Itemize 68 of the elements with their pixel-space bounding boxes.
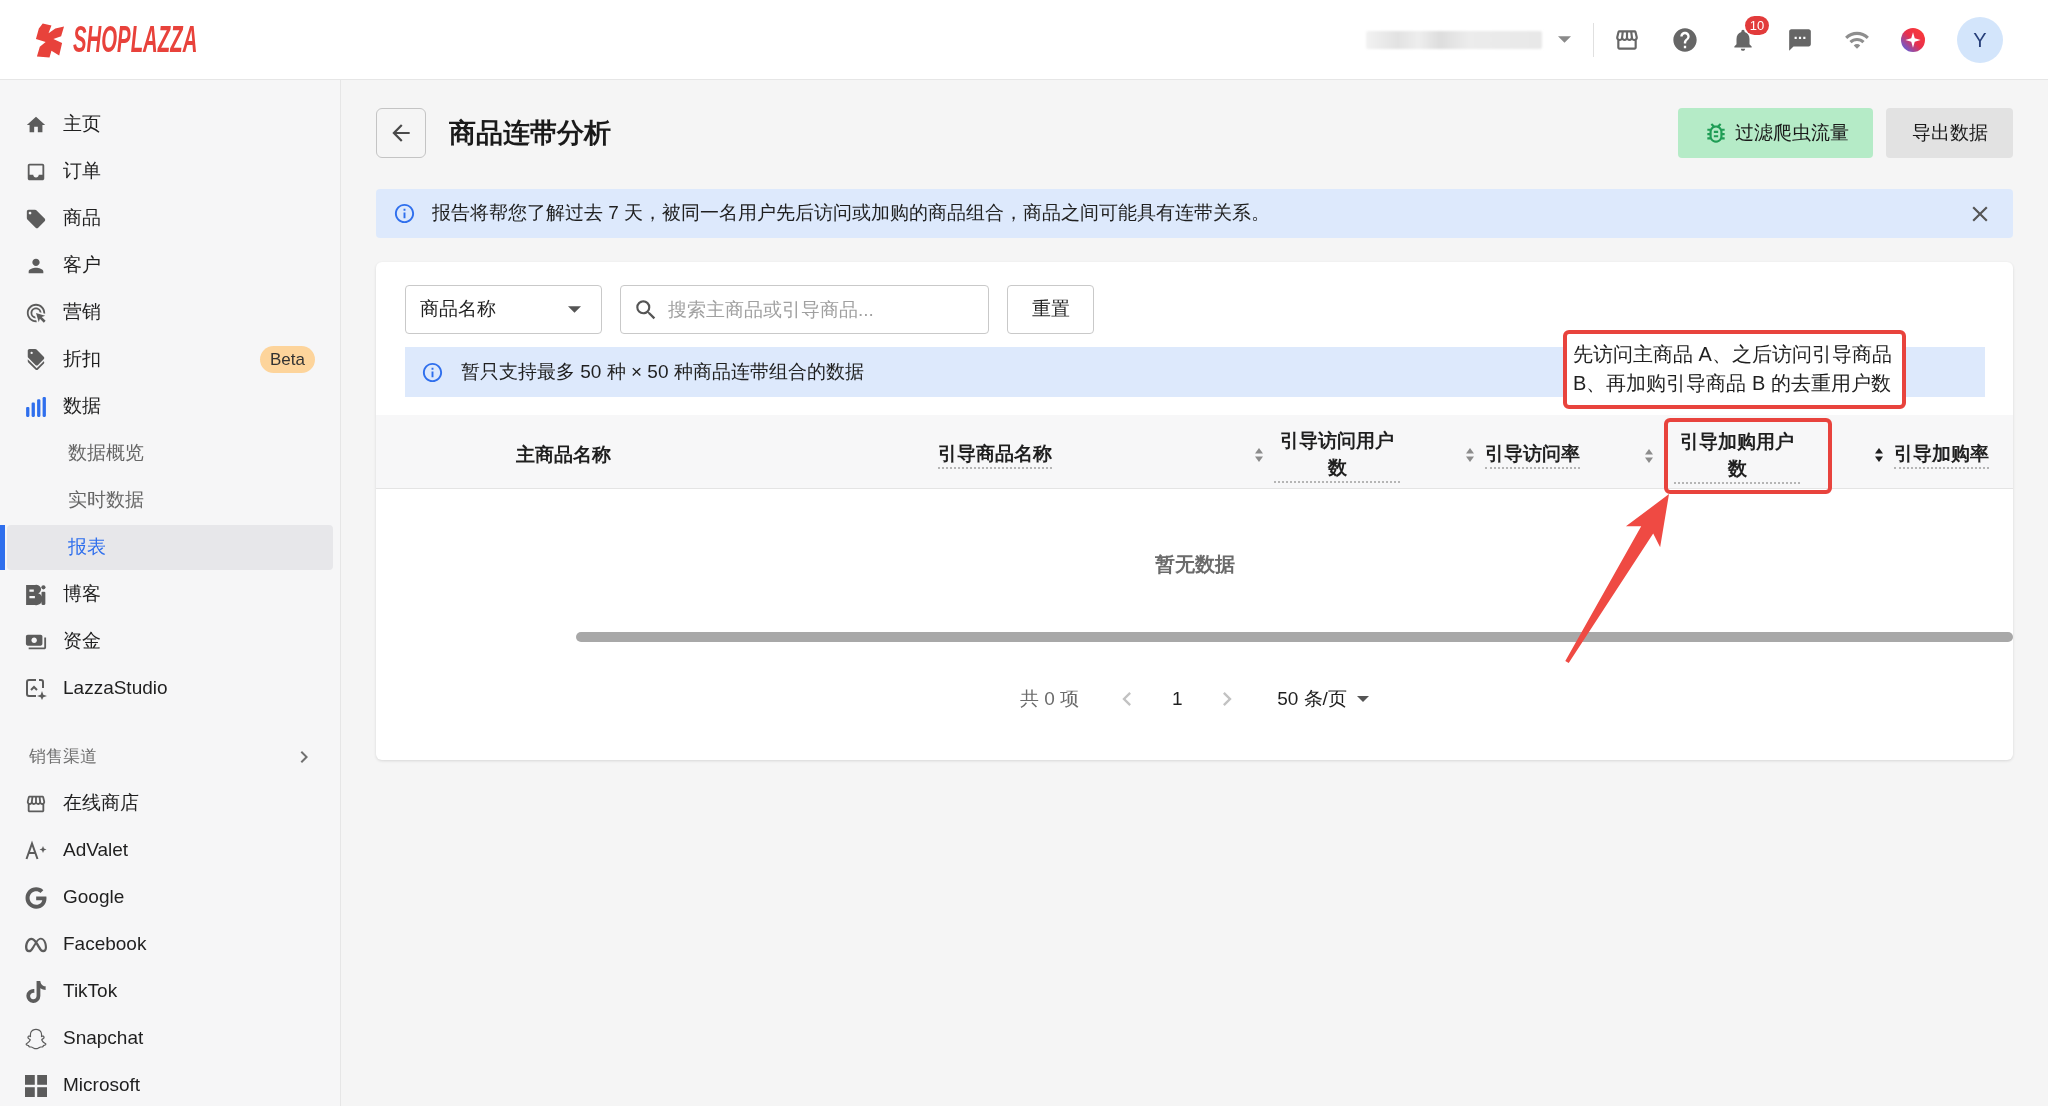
sidebar-item[interactable]: 客户 [7, 243, 333, 288]
sidebar-item[interactable]: 实时数据 [7, 478, 333, 523]
notification-badge: 10 [1745, 15, 1769, 35]
caret-icon [1356, 696, 1369, 702]
sidebar-item[interactable]: 订单 [7, 149, 333, 194]
sidebar-item[interactable]: 商品 [7, 196, 333, 241]
help-icon[interactable] [1671, 25, 1699, 54]
sort-icon[interactable] [1874, 446, 1884, 463]
four-squares-icon [25, 1074, 47, 1097]
logo-mark-icon [34, 21, 65, 58]
banner-text: 报告将帮您了解过去 7 天，被同一名用户先后访问或加购的商品组合，商品之间可能具有连带关系。 [432, 201, 1271, 226]
sidebar-item[interactable]: Snapchat [7, 1016, 333, 1061]
column-header[interactable]: 引导加购用户数 [1644, 418, 1832, 494]
empty-state-text: 暂无数据 [1154, 552, 1235, 577]
section-header[interactable]: 销售渠道 [0, 733, 340, 780]
bar-chart-icon [25, 395, 47, 418]
logo-wordmark: SHOPLAZZA [73, 19, 198, 60]
sidebar-item[interactable]: 数据 [7, 384, 333, 429]
active-indicator [0, 525, 5, 570]
sidebar-item[interactable]: 资金 [7, 619, 333, 664]
page-size-select[interactable]: 50 条/页 [1277, 684, 1369, 714]
sidebar-item[interactable]: 主页 [7, 102, 333, 147]
field-select[interactable]: 商品名称 [405, 285, 602, 334]
back-button[interactable] [376, 108, 426, 158]
ghost-icon [25, 1027, 47, 1050]
action-button[interactable]: 过滤爬虫流量 [1678, 108, 1873, 158]
column-header[interactable]: 主商品名称 [515, 441, 611, 468]
cursor-click-icon [25, 301, 47, 324]
column-header[interactable]: 引导商品名称 [938, 440, 1052, 469]
document-icon [25, 583, 47, 606]
tooltip: 先访问主商品 A、之后访问引导商品 B、再加购引导商品 B 的去重用户数 [1563, 330, 1906, 409]
tag-icon [25, 207, 47, 230]
notice-text: 暂只支持最多 50 种 × 50 种商品连带组合的数据 [461, 359, 864, 384]
google-g-icon [25, 886, 47, 909]
total-count: 共 0 项 [1020, 686, 1080, 711]
caret-icon[interactable] [1558, 36, 1571, 43]
column-header[interactable]: 引导加购率 [1874, 440, 1989, 469]
sidebar-item[interactable]: Microsoft [7, 1063, 333, 1106]
sidebar-item[interactable]: 博客 [7, 572, 333, 617]
letter-a-star-icon [25, 839, 47, 862]
discount-tag-icon [25, 348, 47, 371]
sidebar-item[interactable]: 报表 [7, 525, 333, 570]
horizontal-scrollbar[interactable] [576, 632, 2013, 642]
image-sparkle-icon [25, 677, 47, 700]
page-title: 商品连带分析 [449, 116, 611, 150]
column-header[interactable]: 引导访问率 [1465, 440, 1580, 469]
sidebar-item[interactable]: AdValet [7, 828, 333, 873]
avatar[interactable]: Y [1957, 16, 2003, 63]
caret-icon [568, 306, 581, 313]
page-number[interactable]: 1 [1161, 684, 1194, 714]
gradient-orb-icon[interactable] [1901, 27, 1925, 52]
reset-button[interactable]: 重置 [1007, 285, 1094, 334]
chat-icon[interactable] [1787, 26, 1813, 53]
sidebar-item[interactable]: LazzaStudio [7, 666, 333, 711]
sidebar-item[interactable]: 营销 [7, 290, 333, 335]
sidebar-item[interactable]: 数据概览 [7, 431, 333, 476]
info-icon [421, 360, 444, 384]
sidebar-item[interactable]: Google [7, 875, 333, 920]
search-field[interactable]: 搜索主商品或引导商品... [620, 285, 989, 334]
sidebar-item[interactable]: 折扣 Beta [7, 337, 333, 382]
music-note-icon [25, 980, 47, 1003]
sidebar-item[interactable]: 在线商店 [7, 781, 333, 826]
sidebar-item[interactable]: Facebook [7, 922, 333, 967]
beta-badge: Beta [260, 346, 315, 373]
action-button[interactable]: 导出数据 [1886, 108, 2013, 158]
column-header[interactable]: 引导访问用户数 [1254, 426, 1400, 483]
sidebar-item[interactable]: TikTok [7, 969, 333, 1014]
info-icon [393, 202, 416, 225]
